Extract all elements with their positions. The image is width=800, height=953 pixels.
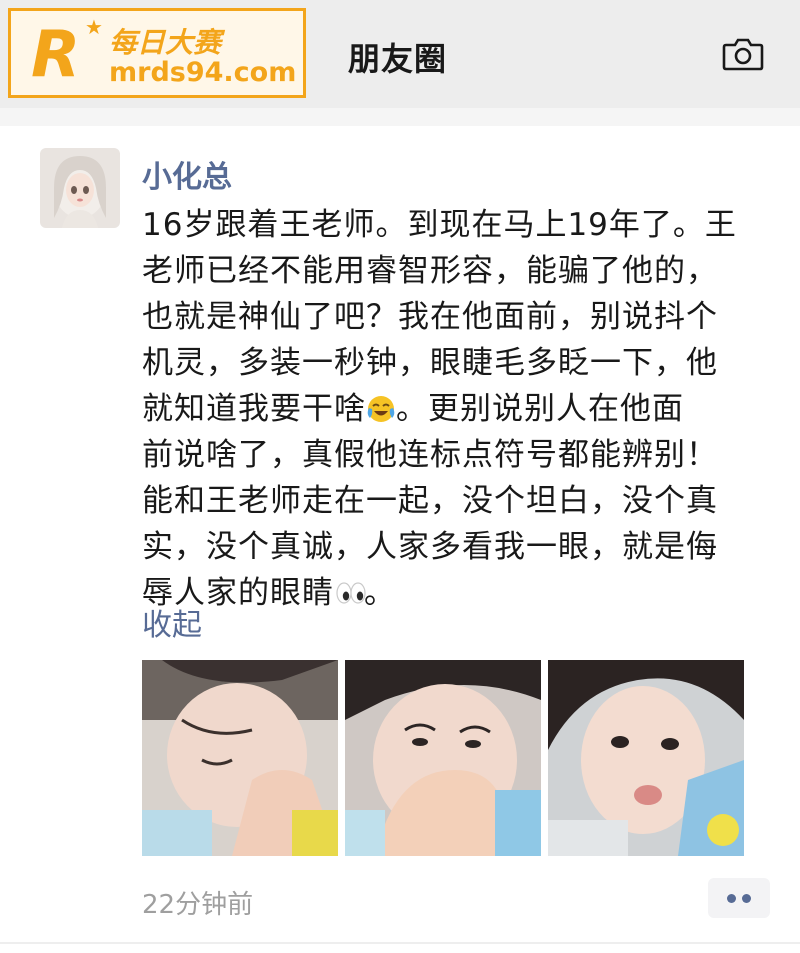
post-photo-3[interactable] — [548, 660, 744, 856]
divider — [0, 108, 800, 126]
post-timestamp: 22分钟前 — [142, 890, 254, 920]
divider — [0, 942, 800, 944]
avatar[interactable] — [40, 148, 120, 228]
watermark-logo: R ★ 每日大赛 mrds94.com — [8, 8, 306, 98]
text-line: 辱人家的眼睛。 — [142, 570, 762, 616]
more-dots-icon[interactable] — [708, 878, 770, 918]
logo-url: mrds94.com — [109, 57, 297, 88]
dot — [742, 894, 751, 903]
camera-icon[interactable] — [722, 36, 764, 72]
text-line: 能和王老师走在一起，没个坦白，没个真 — [142, 483, 718, 519]
text-line: 实，没个真诚，人家多看我一眼，就是侮 — [142, 529, 718, 565]
text-line: 就知道我要干啥 。更别说别人在他面 — [142, 386, 762, 432]
text-segment: 。 — [364, 575, 396, 611]
text-line: 16岁跟着王老师。到现在马上19年了。王 — [142, 207, 737, 243]
eyes-emoji-icon — [334, 575, 366, 605]
post-photo-2[interactable] — [345, 660, 541, 856]
moment-post: 小化总 16岁跟着王老师。到现在马上19年了。王 老师已经不能用睿智形容，能骗了… — [0, 126, 800, 953]
author-name[interactable]: 小化总 — [142, 152, 232, 196]
text-line: 也就是神仙了吧？我在他面前，别说抖个 — [142, 299, 718, 335]
text-segment: 就知道我要干啥 — [142, 391, 366, 427]
top-bar: R ★ 每日大赛 mrds94.com 朋友圈 — [0, 0, 800, 108]
text-line: 老师已经不能用睿智形容，能骗了他的， — [142, 253, 718, 289]
text-line: 前说啥了，真假他连标点符号都能辨别！ — [142, 437, 718, 473]
logo-letter: R — [31, 18, 81, 92]
page-title: 朋友圈 — [348, 40, 448, 78]
post-photo-1[interactable] — [142, 660, 338, 856]
dot — [727, 894, 736, 903]
laughing-crying-emoji-icon — [366, 391, 396, 422]
text-line: 机灵，多装一秒钟，眼睫毛多眨一下，他 — [142, 345, 718, 381]
collapse-link[interactable]: 收起 — [142, 600, 202, 644]
text-segment: 。更别说别人在他面 — [396, 391, 684, 427]
logo-name: 每日大赛 — [109, 26, 222, 59]
post-text: 16岁跟着王老师。到现在马上19年了。王 老师已经不能用睿智形容，能骗了他的， … — [142, 202, 762, 616]
star-icon: ★ — [85, 15, 103, 39]
